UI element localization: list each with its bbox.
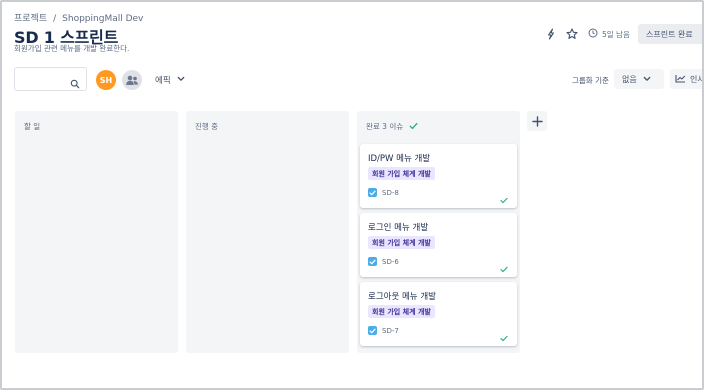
add-column-button[interactable] xyxy=(527,111,547,131)
issue-key-text: SD-7 xyxy=(382,326,399,335)
epic-filter-label: 에픽 xyxy=(155,76,171,86)
issue-card[interactable]: 로그아웃 메뉴 개발 회원 가입 체계 개발 SD-7 xyxy=(360,282,517,346)
automation-icon[interactable] xyxy=(544,27,558,41)
issue-key: SD-8 xyxy=(368,188,399,197)
chevron-down-icon xyxy=(177,75,185,85)
days-remaining: 5일 남음 xyxy=(588,28,630,40)
issue-card[interactable]: ID/PW 메뉴 개발 회원 가입 체계 개발 SD-8 xyxy=(360,144,517,208)
issue-title: ID/PW 메뉴 개발 xyxy=(368,154,431,164)
column-header: 진행 중 xyxy=(195,121,218,132)
insights-label: 인사이트 xyxy=(690,74,704,84)
clock-icon xyxy=(588,28,598,40)
insights-button[interactable]: 인사이트 xyxy=(670,69,704,89)
done-check-icon xyxy=(500,327,508,346)
issue-key-text: SD-6 xyxy=(382,257,399,266)
epic-badge: 회원 가입 체계 개발 xyxy=(368,236,435,249)
column-header: 할 일 xyxy=(24,121,40,132)
column-done: 완료 3 이슈 ID/PW 메뉴 개발 회원 가입 체계 개발 SD-8 로그인… xyxy=(357,111,520,353)
star-icon[interactable] xyxy=(565,27,579,41)
search-box xyxy=(14,67,87,91)
search-input[interactable] xyxy=(19,71,71,87)
board-window: 프로젝트 / ShoppingMall Dev SD 1 스프린트 회원가입 관련 … xyxy=(0,0,704,390)
breadcrumb-separator: / xyxy=(53,14,57,24)
issue-card[interactable]: 로그인 메뉴 개발 회원 가입 체계 개발 SD-6 xyxy=(360,213,517,277)
issue-title: 로그아웃 메뉴 개발 xyxy=(368,292,436,302)
sprint-goal: 회원가입 관련 메뉴를 개발 완료한다. xyxy=(14,44,130,53)
groupby-label: 그룹화 기준 xyxy=(572,76,609,85)
issue-title: 로그인 메뉴 개발 xyxy=(368,223,429,233)
epic-badge: 회원 가입 체계 개발 xyxy=(368,167,435,180)
column-todo: 할 일 xyxy=(15,111,178,353)
task-checkbox-icon xyxy=(368,257,377,266)
check-icon xyxy=(409,122,418,132)
groupby-select[interactable]: 없음 xyxy=(614,69,664,89)
days-remaining-text: 5일 남음 xyxy=(602,29,630,39)
task-checkbox-icon xyxy=(368,188,377,197)
column-title: 완료 3 이슈 xyxy=(366,122,404,131)
avatar[interactable]: SH xyxy=(96,70,116,90)
epic-filter[interactable]: 에픽 xyxy=(155,74,185,86)
breadcrumb-projects-link[interactable]: 프로젝트 xyxy=(14,14,47,24)
breadcrumb: 프로젝트 / ShoppingMall Dev xyxy=(14,11,143,24)
column-title: 할 일 xyxy=(24,122,41,131)
plus-icon xyxy=(531,112,543,131)
trend-chart-icon xyxy=(675,74,686,85)
column-in-progress: 진행 중 xyxy=(186,111,349,353)
search-icon[interactable] xyxy=(70,74,80,93)
breadcrumb-project-link[interactable]: ShoppingMall Dev xyxy=(62,14,143,24)
issue-key: SD-7 xyxy=(368,326,399,335)
column-header: 완료 3 이슈 xyxy=(366,121,418,132)
done-check-icon xyxy=(500,189,508,208)
issue-key-text: SD-8 xyxy=(382,188,399,197)
complete-sprint-button[interactable]: 스프린트 완료 xyxy=(638,24,702,44)
task-checkbox-icon xyxy=(368,326,377,335)
groupby-value: 없음 xyxy=(622,74,637,84)
epic-badge: 회원 가입 체계 개발 xyxy=(368,305,435,318)
issue-key: SD-6 xyxy=(368,257,399,266)
chevron-down-icon xyxy=(643,75,651,84)
column-title: 진행 중 xyxy=(195,122,219,131)
done-check-icon xyxy=(500,258,508,277)
add-people-icon[interactable] xyxy=(122,70,142,90)
